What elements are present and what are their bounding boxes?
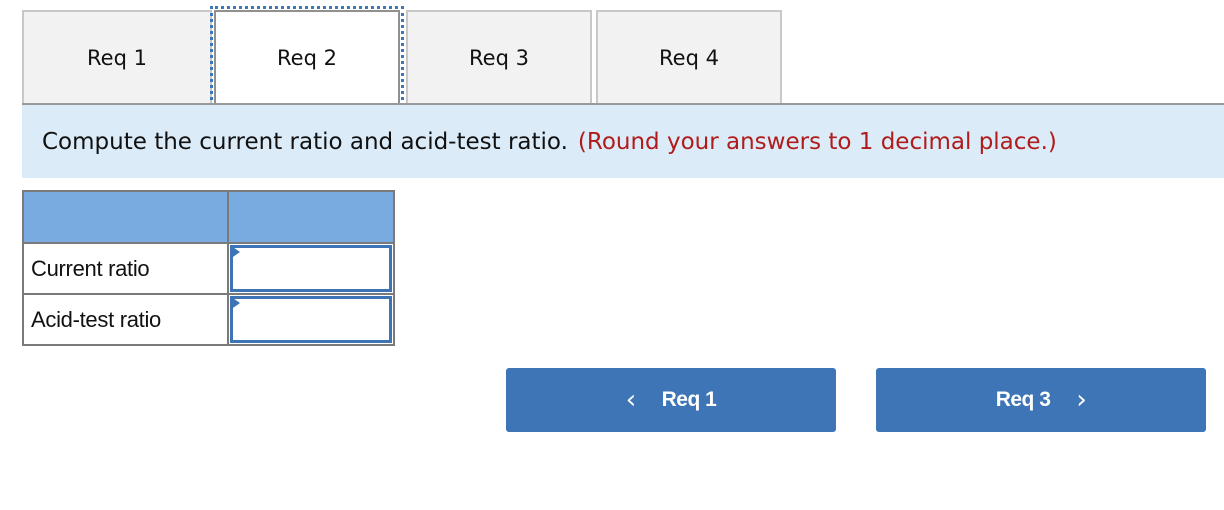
row-label-current-ratio: Current ratio [22, 242, 229, 295]
table-row: Acid-test ratio [22, 293, 395, 346]
current-ratio-input[interactable] [230, 245, 392, 292]
input-marker-icon [230, 245, 240, 259]
ratio-table: Current ratio Acid-test ratio [22, 190, 395, 346]
next-req-button[interactable]: Req 3 › [876, 368, 1206, 432]
chevron-right-icon: › [1076, 385, 1087, 415]
instruction-text: Compute the current ratio and acid-test … [42, 128, 568, 155]
acid-test-ratio-cell [227, 293, 395, 346]
tab-req-4[interactable]: Req 4 [596, 10, 782, 103]
table-row: Current ratio [22, 242, 395, 295]
acid-test-ratio-input[interactable] [230, 296, 392, 343]
current-ratio-cell [227, 242, 395, 295]
rounding-note: (Round your answers to 1 decimal place.) [577, 128, 1057, 155]
tab-req-1[interactable]: Req 1 [22, 10, 212, 103]
prev-req-button[interactable]: ‹ Req 1 [506, 368, 836, 432]
instruction-banner: Compute the current ratio and acid-test … [22, 105, 1224, 178]
prev-req-label: Req 1 [661, 388, 717, 411]
requirement-tabs: Req 1 Req 2 Req 3 Req 4 [22, 6, 1224, 107]
chevron-left-icon: ‹ [625, 385, 636, 415]
input-marker-icon [230, 296, 240, 310]
next-req-label: Req 3 [995, 388, 1051, 411]
table-header-row [22, 190, 395, 244]
row-label-acid-test-ratio: Acid-test ratio [22, 293, 229, 346]
header-cell-label [22, 190, 229, 244]
tab-req-2[interactable]: Req 2 [210, 6, 404, 107]
header-cell-value [227, 190, 395, 244]
tab-req-3[interactable]: Req 3 [406, 10, 592, 103]
